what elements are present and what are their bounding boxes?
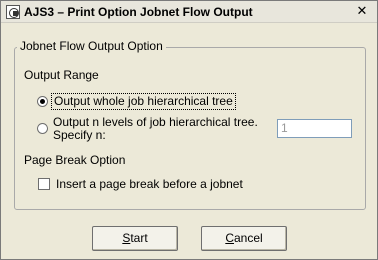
- start-button-label: tart: [130, 231, 148, 245]
- output-range-label: Output Range: [24, 68, 99, 82]
- radio-output-n-levels-label-line1[interactable]: Output n levels of job hierarchical tree…: [53, 115, 258, 129]
- print-option-dialog: AJS3 – Print Option Jobnet Flow Output ✕…: [0, 0, 378, 260]
- cancel-button-label: ancel: [233, 231, 263, 245]
- page-break-checkbox-label[interactable]: Insert a page break before a jobnet: [56, 177, 243, 191]
- radio-output-n-levels-label-line2[interactable]: Specify n:: [53, 128, 106, 142]
- page-break-option-label: Page Break Option: [24, 153, 126, 167]
- cancel-button-mnemonic: C: [225, 231, 234, 245]
- group-title: Jobnet Flow Output Option: [17, 39, 166, 53]
- radio-output-whole-tree-label[interactable]: Output whole job hierarchical tree: [51, 93, 236, 110]
- cancel-button[interactable]: Cancel: [201, 226, 287, 251]
- close-button[interactable]: ✕: [355, 4, 369, 18]
- title-bar[interactable]: AJS3 – Print Option Jobnet Flow Output ✕: [1, 1, 377, 23]
- n-levels-input[interactable]: 1: [277, 119, 352, 138]
- window-title: AJS3 – Print Option Jobnet Flow Output: [24, 5, 253, 19]
- start-button[interactable]: Start: [92, 226, 178, 251]
- page-break-checkbox[interactable]: [38, 178, 50, 190]
- ajs-app-icon: [6, 5, 20, 19]
- radio-output-whole-tree[interactable]: [37, 96, 48, 107]
- radio-output-n-levels[interactable]: [37, 123, 48, 134]
